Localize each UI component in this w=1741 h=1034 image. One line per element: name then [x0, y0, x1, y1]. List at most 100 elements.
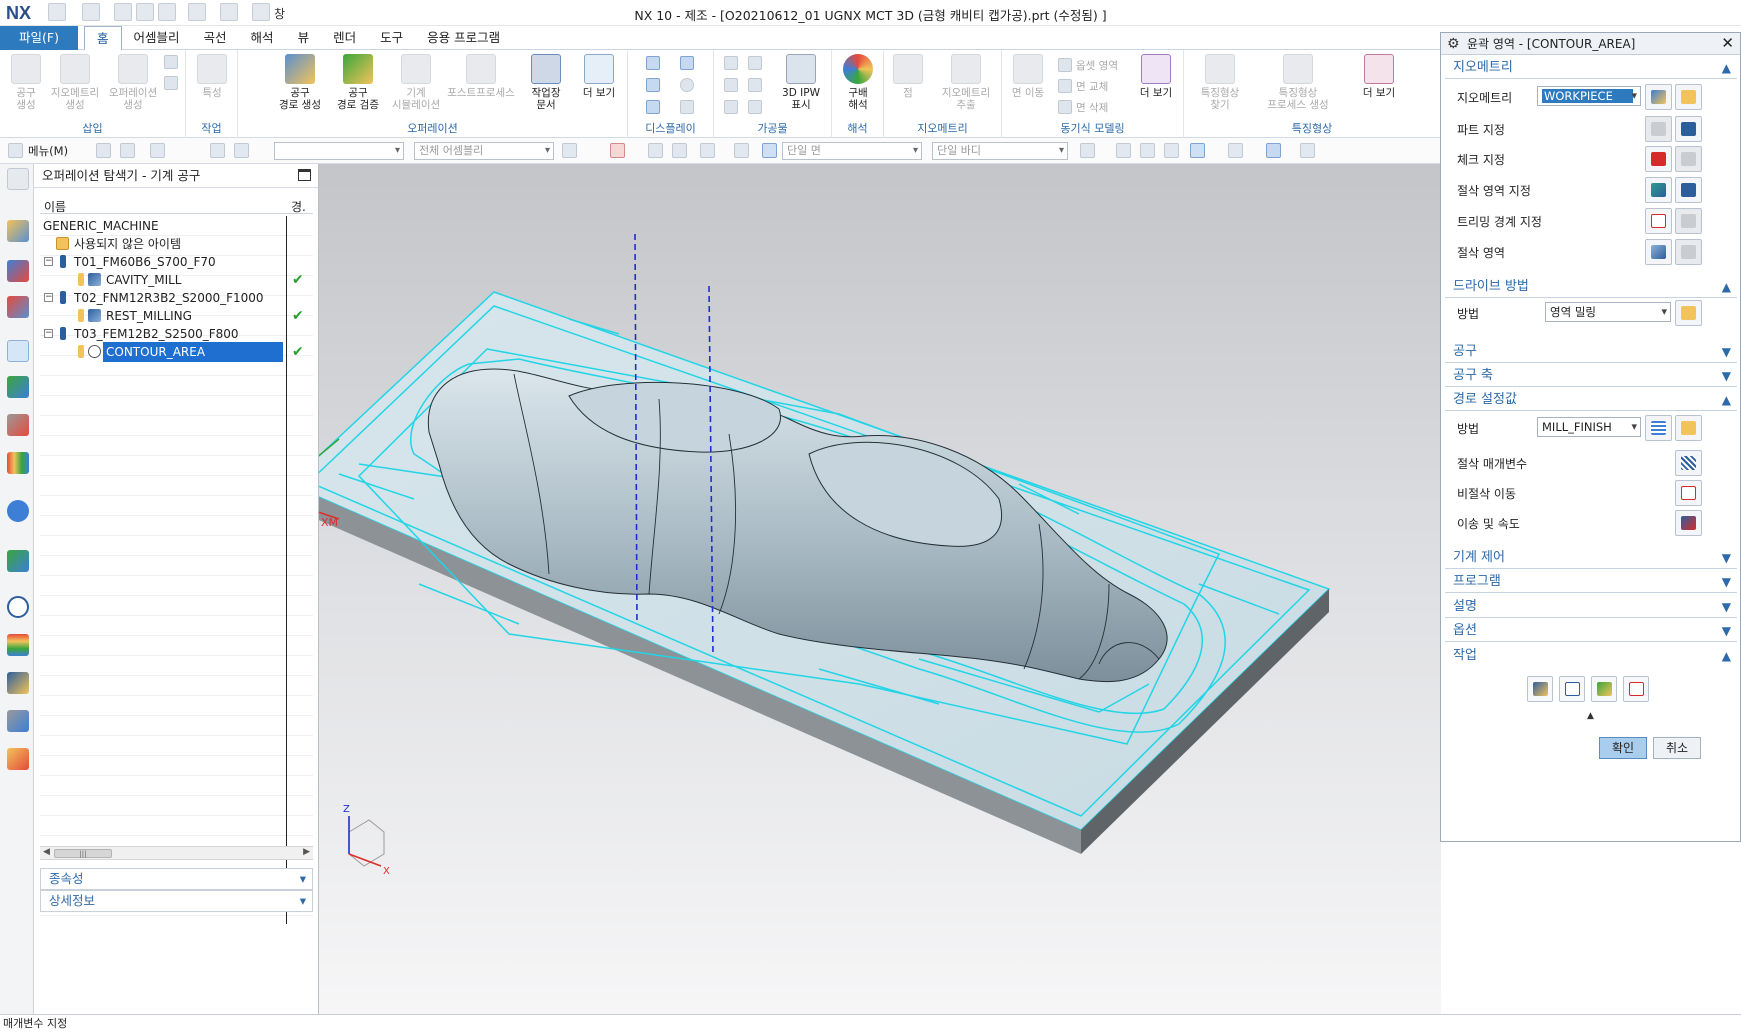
section-geometry[interactable]: 지오메트리 ▲ — [1445, 57, 1737, 79]
program-order-icon[interactable] — [7, 220, 29, 242]
replay-button[interactable] — [1559, 676, 1585, 702]
check-select-button[interactable] — [1645, 146, 1672, 172]
more-operation-button[interactable]: 더 보기 — [574, 54, 624, 99]
create-program-icon[interactable] — [164, 55, 178, 69]
tab-curve[interactable]: 곡선 — [192, 26, 239, 50]
tab-home[interactable]: 홈 — [84, 26, 122, 51]
dependencies-panel[interactable]: 종속성 ▾ — [40, 868, 313, 890]
part-select-button[interactable] — [1645, 116, 1672, 142]
display-curve-icon[interactable] — [680, 100, 694, 114]
tab-assembly[interactable]: 어셈블리 — [122, 26, 192, 50]
visibility-icon[interactable] — [1300, 143, 1315, 158]
save-icon[interactable] — [48, 3, 66, 21]
cut-area-select-button[interactable] — [1645, 177, 1672, 203]
move-face-button[interactable]: 면 이동 — [1004, 54, 1052, 99]
generate-button[interactable] — [1527, 676, 1553, 702]
ipw-tool2-icon[interactable] — [748, 78, 762, 92]
scroll-left-icon[interactable]: ◀ — [43, 847, 50, 857]
face-rule-select[interactable]: 단일 면 — [782, 142, 922, 160]
more-feature-button[interactable]: 더 보기 — [1354, 54, 1404, 99]
feature-process-button[interactable]: 특징형상 프로세스 생성 — [1254, 54, 1342, 111]
undo-icon[interactable] — [82, 3, 100, 21]
filter-icon-2[interactable] — [120, 143, 135, 158]
snap-icon-5[interactable] — [734, 143, 749, 158]
display-view-icon[interactable] — [680, 56, 694, 70]
orient-view-icon[interactable] — [1266, 143, 1281, 158]
cut-region-display-button[interactable] — [1675, 239, 1702, 265]
display-path-icon[interactable] — [646, 56, 660, 70]
tree-row-machine[interactable]: GENERIC_MACHINE — [40, 216, 313, 236]
create-method-icon[interactable] — [164, 76, 178, 90]
tab-tools[interactable]: 도구 — [368, 26, 415, 50]
more-sync-button[interactable]: 더 보기 — [1132, 54, 1180, 99]
replace-face-label[interactable]: 면 교체 — [1076, 79, 1108, 94]
ipw-arrow2-icon[interactable] — [724, 78, 738, 92]
display-toolpath-icon[interactable] — [646, 78, 660, 92]
tree-row-contour-area[interactable]: CONTOUR_AREA ✔ — [40, 342, 313, 362]
settings-gear-icon[interactable] — [7, 168, 29, 190]
filter-icon-4[interactable] — [210, 143, 225, 158]
feature-navigator-icon[interactable] — [7, 672, 29, 694]
path-method-select[interactable]: MILL_FINISH — [1537, 417, 1641, 437]
postprocess-button[interactable]: 포스트프로세스 — [446, 54, 516, 99]
filter-icon-3[interactable] — [150, 143, 165, 158]
collapse-icon[interactable]: − — [44, 293, 53, 302]
geometry-select[interactable]: WORKPIECE — [1537, 86, 1641, 106]
display-color-icon[interactable] — [646, 100, 660, 114]
window-icon[interactable] — [252, 3, 270, 21]
tree-row-tool-t02[interactable]: − T02_FNM12R3B2_S2000_F1000 — [40, 288, 313, 308]
point-button[interactable]: 점 — [888, 54, 928, 99]
shop-doc-button[interactable]: 작업장 문서 — [518, 54, 574, 111]
close-icon[interactable]: ✕ — [1721, 32, 1734, 54]
type-filter-select[interactable] — [274, 142, 404, 160]
history-icon[interactable] — [7, 550, 29, 572]
web-browser-icon[interactable] — [7, 500, 29, 522]
details-panel[interactable]: 상세정보 ▾ — [40, 890, 313, 912]
delete-face-icon[interactable] — [1058, 100, 1072, 114]
section-tool-axis[interactable]: 공구 축 ▼ — [1445, 365, 1737, 387]
reuse-library-icon[interactable] — [7, 452, 29, 474]
next-icon[interactable] — [1080, 143, 1095, 158]
part-display-button[interactable] — [1675, 116, 1702, 142]
verify-toolpath-button[interactable]: 공구 경로 검증 — [330, 54, 386, 111]
body-rule-select[interactable]: 단일 바디 — [932, 142, 1068, 160]
delete-face-label[interactable]: 면 삭제 — [1076, 100, 1108, 115]
create-operation-button[interactable]: 오퍼레이션 생성 — [106, 54, 160, 111]
verify-button[interactable] — [1591, 676, 1617, 702]
snap-icon-2[interactable] — [648, 143, 663, 158]
tab-view[interactable]: 뷰 — [286, 26, 322, 50]
snap-icon-6[interactable] — [762, 143, 777, 158]
section-machine-control[interactable]: 기계 제어 ▼ — [1445, 547, 1737, 569]
scroll-thumb[interactable]: ||| — [54, 849, 112, 858]
machine-simulation-button[interactable]: 기계 시뮬레이션 — [388, 54, 444, 111]
render-style-icon[interactable] — [1228, 143, 1243, 158]
new-method-button[interactable] — [1645, 415, 1672, 441]
zoom-icon[interactable] — [1140, 143, 1155, 158]
collapse-icon[interactable]: − — [44, 329, 53, 338]
find-feature-button[interactable]: 특징형상 찾기 — [1192, 54, 1248, 111]
tab-render[interactable]: 렌더 — [321, 26, 368, 50]
horizontal-scrollbar[interactable]: ◀ ||| ▶ — [40, 846, 313, 860]
section-actions[interactable]: 작업 ▲ — [1445, 645, 1737, 667]
section-program[interactable]: 프로그램 ▼ — [1445, 571, 1737, 593]
machine-tool-view-icon[interactable] — [7, 260, 29, 282]
column-status[interactable]: 경. — [291, 198, 306, 215]
snap-icon-4[interactable] — [700, 143, 715, 158]
filter-icon-5[interactable] — [234, 143, 249, 158]
section-path-settings[interactable]: 경로 설정값 ▲ — [1445, 389, 1737, 411]
robot-icon[interactable] — [7, 710, 29, 732]
palette-icon[interactable] — [7, 634, 29, 656]
generate-toolpath-button[interactable]: 공구 경로 생성 — [272, 54, 328, 111]
snap-icon-3[interactable] — [672, 143, 687, 158]
tree-row-unused[interactable]: 사용되지 않은 아이템 — [40, 234, 313, 254]
noncut-moves-button[interactable] — [1675, 480, 1702, 506]
check-display-button[interactable] — [1675, 146, 1702, 172]
touch-mode-icon[interactable] — [220, 3, 238, 21]
scroll-right-icon[interactable]: ▶ — [303, 847, 310, 857]
menu-icon[interactable] — [8, 143, 23, 158]
layout-icon[interactable] — [1190, 143, 1205, 158]
ok-button[interactable]: 확인 — [1599, 737, 1647, 759]
ipw-arrow3-icon[interactable] — [724, 100, 738, 114]
machine-navigator-icon[interactable] — [7, 414, 29, 436]
rotate-icon[interactable] — [1164, 143, 1179, 158]
